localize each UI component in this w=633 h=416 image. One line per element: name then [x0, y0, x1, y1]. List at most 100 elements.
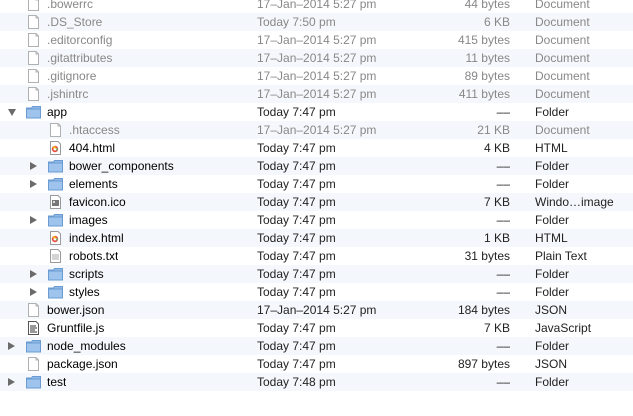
list-item[interactable]: test Today 7:48 pm –– Folder	[0, 373, 633, 391]
folder-icon	[48, 285, 63, 299]
html-file-icon	[48, 141, 63, 155]
text-file-icon	[48, 249, 63, 263]
file-kind: Plain Text	[535, 249, 587, 263]
list-item[interactable]: node_modules Today 7:47 pm –– Folder	[0, 337, 633, 355]
file-kind: Folder	[535, 285, 570, 299]
file-size: 415 bytes	[457, 33, 510, 47]
file-name: 404.html	[69, 141, 116, 155]
document-icon	[26, 33, 41, 47]
document-icon	[26, 357, 41, 371]
document-icon	[26, 15, 41, 29]
disclosure-collapsed-icon[interactable]	[30, 288, 37, 296]
file-kind: JSON	[535, 357, 568, 371]
list-item[interactable]: styles Today 7:47 pm –– Folder	[0, 283, 633, 301]
list-item[interactable]: favicon.ico Today 7:47 pm 7 KB Windo…image	[0, 193, 633, 211]
file-name: favicon.ico	[69, 195, 126, 209]
file-kind: Document	[535, 0, 590, 11]
list-item[interactable]: images Today 7:47 pm –– Folder	[0, 211, 633, 229]
date-modified: Today 7:47 pm	[257, 249, 336, 263]
file-name: .gitignore	[47, 69, 97, 83]
file-kind: Folder	[535, 375, 570, 389]
document-icon	[26, 51, 41, 65]
file-size: 6 KB	[483, 15, 510, 29]
list-item[interactable]: .jshintrc 17–Jan–2014 5:27 pm 411 bytes Doc…	[0, 85, 633, 103]
date-modified: 17–Jan–2014 5:27 pm	[257, 33, 377, 47]
list-item[interactable]: .editorconfig 17–Jan–2014 5:27 pm 415 byte…	[0, 31, 633, 49]
file-kind: JavaScript	[535, 321, 592, 335]
file-name: .htaccess	[69, 123, 120, 137]
folder-icon	[48, 177, 63, 191]
file-kind: Document	[535, 123, 590, 137]
file-name: bower.json	[47, 303, 105, 317]
file-name: .bowerrc	[47, 0, 94, 11]
folder-icon	[26, 105, 41, 119]
file-size: 11 bytes	[465, 51, 510, 65]
list-item[interactable]: .bowerrc 17–Jan–2014 5:27 pm 44 bytes Docum…	[0, 0, 633, 13]
file-size: 44 bytes	[464, 0, 510, 11]
list-item[interactable]: .gitattributes 17–Jan–2014 5:27 pm 11 byte…	[0, 49, 633, 67]
file-size: ––	[496, 339, 510, 353]
file-kind: Folder	[535, 105, 570, 119]
disclosure-collapsed-icon[interactable]	[8, 342, 15, 350]
date-modified: Today 7:47 pm	[257, 213, 336, 227]
file-size: 7 KB	[483, 195, 510, 209]
date-modified: Today 7:47 pm	[257, 267, 336, 281]
file-name: scripts	[69, 267, 104, 281]
file-size: ––	[496, 159, 510, 173]
list-item[interactable]: .gitignore 17–Jan–2014 5:27 pm 89 bytes Doc…	[0, 67, 633, 85]
file-size: 7 KB	[483, 321, 510, 335]
list-item[interactable]: bower.json 17–Jan–2014 5:27 pm 184 bytes JS…	[0, 301, 633, 319]
folder-icon	[26, 375, 41, 389]
disclosure-collapsed-icon[interactable]	[30, 270, 37, 278]
list-item[interactable]: index.html Today 7:47 pm 1 KB HTML	[0, 229, 633, 247]
file-name: test	[47, 375, 67, 389]
file-size: ––	[496, 105, 510, 119]
file-size: 184 bytes	[457, 303, 510, 317]
file-name: .gitattributes	[47, 51, 113, 65]
file-kind: HTML	[535, 141, 568, 155]
list-item[interactable]: scripts Today 7:47 pm –– Folder	[0, 265, 633, 283]
date-modified: Today 7:47 pm	[257, 357, 336, 371]
date-modified: Today 7:48 pm	[257, 375, 336, 389]
file-kind: Windo…image	[535, 195, 614, 209]
list-item[interactable]: robots.txt Today 7:47 pm 31 bytes Plain Tex…	[0, 247, 633, 265]
list-item[interactable]: .htaccess 17–Jan–2014 5:27 pm 21 KB Documen…	[0, 121, 633, 139]
file-kind: Folder	[535, 159, 570, 173]
file-name: images	[69, 213, 108, 227]
list-item[interactable]: elements Today 7:47 pm –– Folder	[0, 175, 633, 193]
file-name: bower_components	[69, 159, 174, 173]
folder-icon	[48, 267, 63, 281]
date-modified: Today 7:47 pm	[257, 231, 336, 245]
file-name: app	[47, 105, 68, 119]
folder-icon	[26, 339, 41, 353]
file-name: .jshintrc	[47, 87, 89, 101]
list-item[interactable]: Gruntfile.js Today 7:47 pm 7 KB JavaScript	[0, 319, 633, 337]
list-item[interactable]: .DS_Store Today 7:50 pm 6 KB Document	[0, 13, 633, 31]
date-modified: Today 7:47 pm	[257, 159, 336, 173]
file-name: elements	[69, 177, 118, 191]
disclosure-collapsed-icon[interactable]	[30, 180, 37, 188]
disclosure-collapsed-icon[interactable]	[8, 378, 15, 386]
file-kind: JSON	[535, 303, 568, 317]
date-modified: 17–Jan–2014 5:27 pm	[257, 69, 377, 83]
date-modified: Today 7:47 pm	[257, 177, 336, 191]
list-item[interactable]: package.json Today 7:47 pm 897 bytes JSON	[0, 355, 633, 373]
file-size: 411 bytes	[458, 87, 510, 101]
folder-icon	[48, 213, 63, 227]
list-item[interactable]: app Today 7:47 pm –– Folder	[0, 103, 633, 121]
date-modified: 17–Jan–2014 5:27 pm	[257, 0, 377, 11]
date-modified: Today 7:47 pm	[257, 285, 336, 299]
file-name: robots.txt	[69, 249, 119, 263]
file-kind: Document	[535, 87, 590, 101]
file-size: ––	[496, 267, 510, 281]
disclosure-collapsed-icon[interactable]	[30, 216, 37, 224]
disclosure-expanded-icon[interactable]	[8, 109, 16, 116]
list-item[interactable]: bower_components Today 7:47 pm –– Folder	[0, 157, 633, 175]
date-modified: 17–Jan–2014 5:27 pm	[257, 51, 377, 65]
file-name: node_modules	[47, 339, 126, 353]
file-size: ––	[496, 375, 510, 389]
file-kind: Folder	[535, 213, 570, 227]
document-icon	[48, 123, 63, 137]
disclosure-collapsed-icon[interactable]	[30, 162, 37, 170]
list-item[interactable]: 404.html Today 7:47 pm 4 KB HTML	[0, 139, 633, 157]
